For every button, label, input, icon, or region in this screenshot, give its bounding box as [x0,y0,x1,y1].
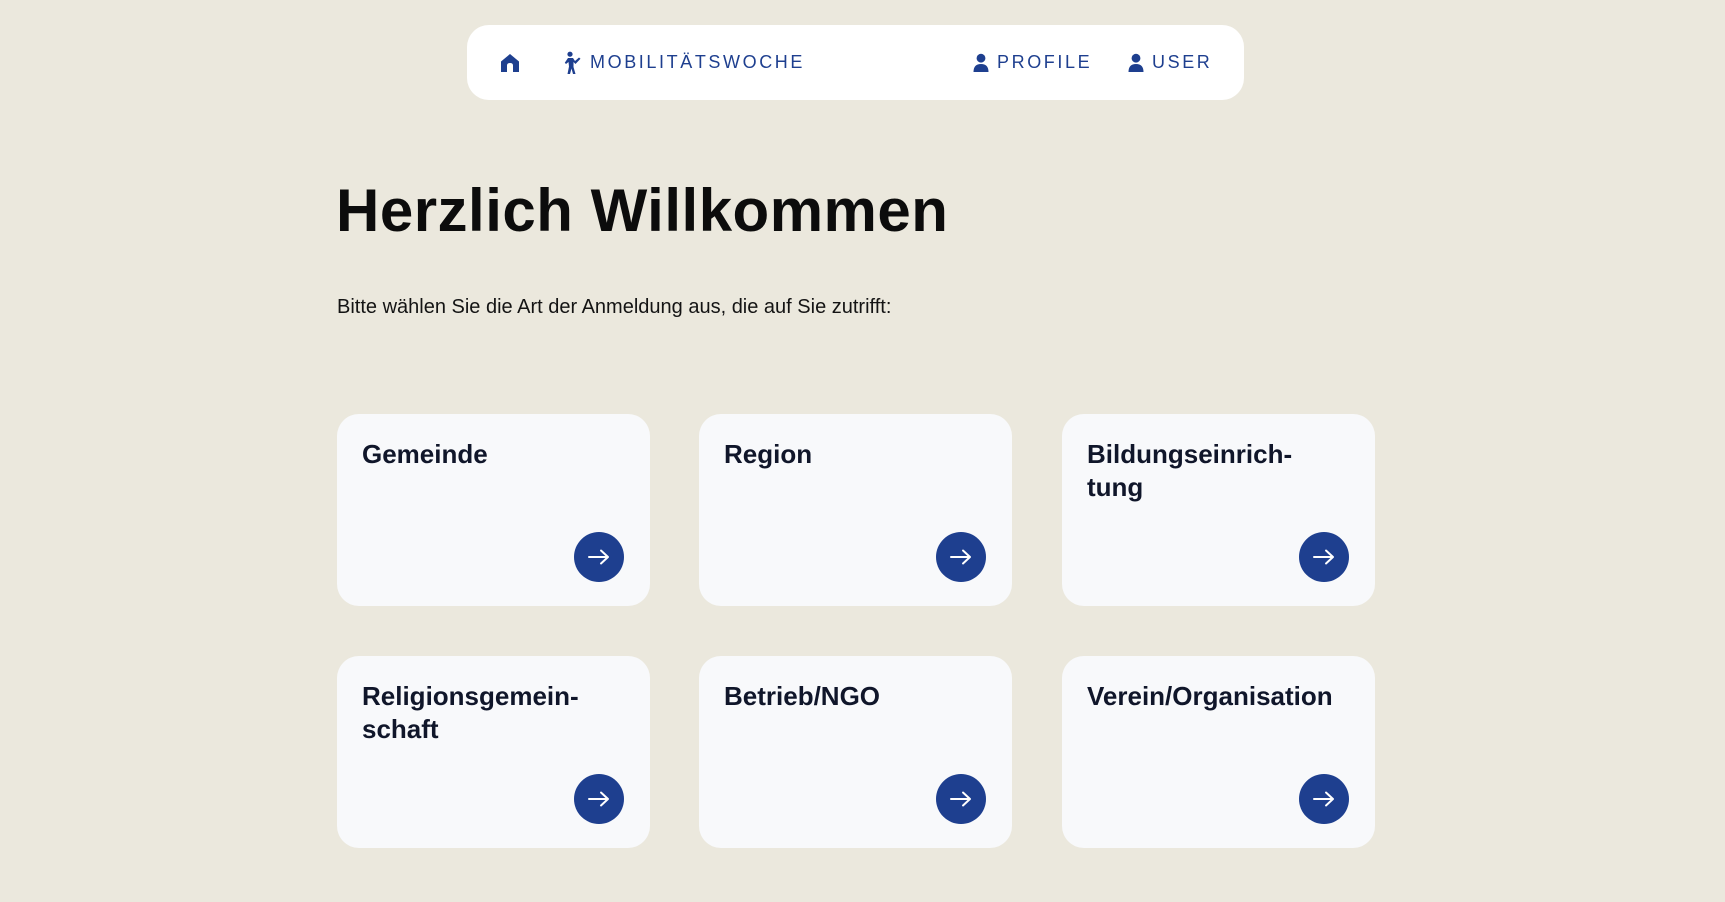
nav-user-label: USER [1152,52,1213,72]
arrow-right-icon[interactable] [574,532,624,582]
top-navbar: MOBILITÄTSWOCHE PROFILE USER [467,25,1244,100]
arrow-right-icon[interactable] [1299,532,1349,582]
home-icon [499,52,521,74]
arrow-right-icon[interactable] [936,532,986,582]
card-title: Bildungseinrich- tung [1087,439,1293,502]
nav-profile-label: PROFILE [997,52,1093,72]
arrow-right-icon[interactable] [574,774,624,824]
card-title: Religionsgemein- schaft [362,681,579,744]
person-icon [972,53,990,73]
card-religionsgemeinschaft[interactable]: Religionsgemein- schaft [337,656,650,848]
card-betrieb-ngo[interactable]: Betrieb/NGO [699,656,1012,848]
arrow-right-icon[interactable] [1299,774,1349,824]
person-icon [1127,53,1145,73]
card-bildungseinrichtung[interactable]: Bildungseinrich- tung [1062,414,1375,606]
card-gemeinde[interactable]: Gemeinde [337,414,650,606]
nav-mobilitaetswoche-link[interactable]: MOBILITÄTSWOCHE [563,25,805,100]
card-verein-organisation[interactable]: Verein/Organisation [1062,656,1375,848]
card-title: Region [724,439,813,469]
card-title: Verein/Organisation [1087,681,1333,711]
intro-text: Bitte wählen Sie die Art der Anmeldung a… [337,296,892,318]
card-title: Gemeinde [362,439,488,469]
nav-user-link[interactable]: USER [1127,25,1212,100]
nav-home-link[interactable] [499,25,521,100]
card-region[interactable]: Region [699,414,1012,606]
arrow-right-icon[interactable] [936,774,986,824]
page-title: Herzlich Willkommen [336,177,949,244]
card-title: Betrieb/NGO [724,681,881,711]
nav-profile-link[interactable]: PROFILE [972,25,1092,100]
pedestrian-icon [563,51,583,75]
nav-mobilitaetswoche-label: MOBILITÄTSWOCHE [590,52,806,72]
